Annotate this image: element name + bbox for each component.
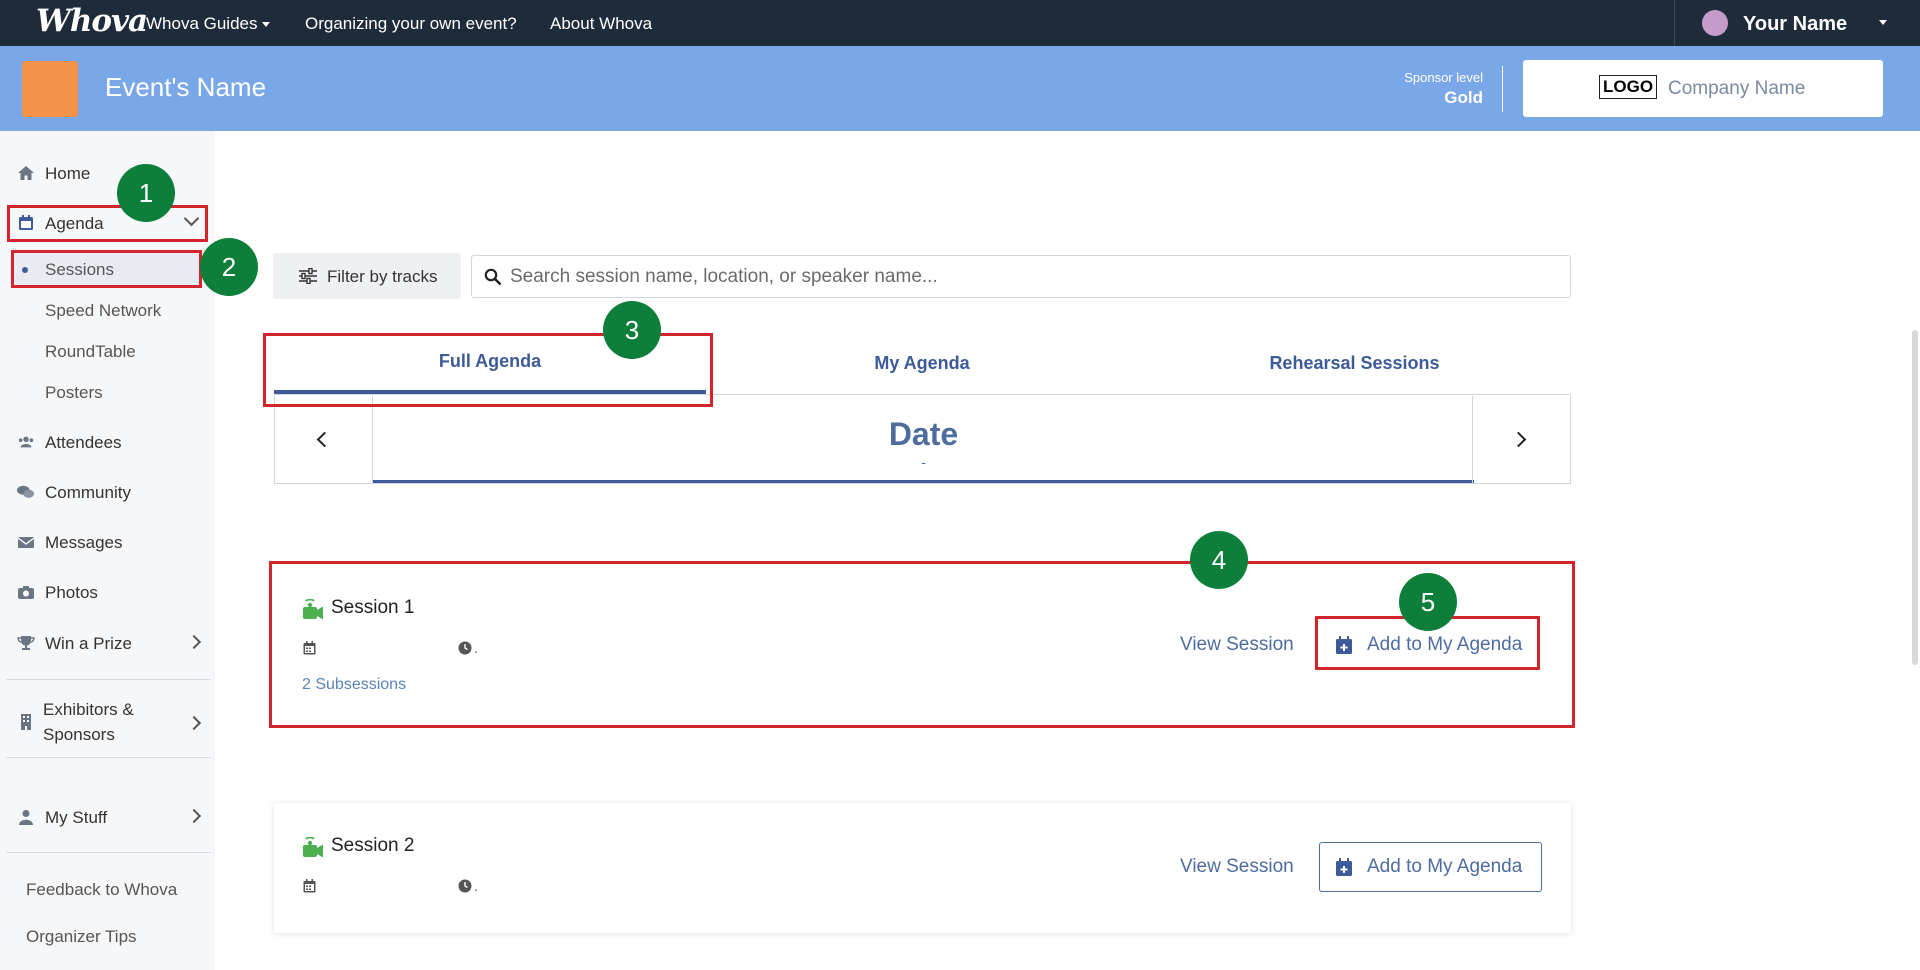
- building-icon: [21, 714, 31, 730]
- chevron-right-icon: [1510, 431, 1527, 448]
- home-icon: [18, 166, 34, 180]
- nav-about-whova[interactable]: About Whova: [550, 14, 652, 34]
- user-name: Your Name: [1743, 13, 1848, 35]
- chevron-left-icon: [316, 431, 333, 448]
- event-name: Event's Name: [105, 72, 267, 102]
- session-time: .: [474, 878, 478, 894]
- top-navigation: Whova Whova Guides Organizing your own e…: [0, 0, 1920, 46]
- tab-rehearsal-sessions[interactable]: Rehearsal Sessions: [1138, 333, 1571, 395]
- tab-label: My Agenda: [874, 353, 970, 373]
- sidebar-link-feedback[interactable]: Feedback to Whova: [26, 880, 177, 900]
- sidebar-item-label: Exhibitors &: [43, 700, 134, 719]
- nav-whova-guides-label: Whova Guides: [146, 14, 258, 33]
- sidebar-item-my-stuff[interactable]: My Stuff: [0, 799, 215, 835]
- scrollbar-thumb[interactable]: [1912, 330, 1918, 665]
- tab-label: Rehearsal Sessions: [1269, 353, 1440, 373]
- sidebar-link-organizer-tips[interactable]: Organizer Tips: [26, 927, 137, 947]
- sidebar-item-label: Home: [45, 164, 91, 183]
- clock-icon: [458, 879, 472, 893]
- filter-by-tracks-button[interactable]: Filter by tracks: [273, 253, 461, 299]
- chat-bubbles-icon: [17, 485, 35, 498]
- filter-by-tracks-label: Filter by tracks: [327, 267, 438, 286]
- date-navigator: Date -: [274, 396, 1571, 484]
- add-to-my-agenda-button[interactable]: Add to My Agenda: [1319, 842, 1542, 892]
- chevron-right-icon: [186, 634, 202, 650]
- sidebar-divider: [6, 757, 211, 758]
- step-marker-2: 2: [200, 238, 258, 296]
- company-name: Company Name: [1668, 78, 1806, 99]
- sponsor-level-value: Gold: [1444, 88, 1483, 107]
- sidebar-item-label: Win a Prize: [45, 634, 132, 653]
- step-marker-1: 1: [117, 164, 175, 222]
- next-date-button[interactable]: [1472, 396, 1570, 483]
- whova-logo[interactable]: Whova: [36, 3, 148, 39]
- date-subtext: -: [921, 454, 926, 470]
- session-card[interactable]: Session 2 . View Session Add to My Agend…: [274, 803, 1571, 933]
- sidebar-item-label: Community: [45, 483, 131, 502]
- users-icon: [18, 436, 34, 448]
- search-input[interactable]: [510, 264, 1560, 290]
- trophy-icon: [17, 636, 35, 650]
- sidebar-item-label: Messages: [45, 533, 123, 552]
- add-to-my-agenda-label: Add to My Agenda: [1367, 856, 1523, 877]
- sidebar-item-label: Sponsors: [43, 725, 115, 744]
- sponsor-level-label: Sponsor level: [1404, 70, 1483, 85]
- annotation-box-agenda: [7, 205, 208, 242]
- camera-icon: [18, 586, 34, 599]
- caret-down-icon: [261, 22, 270, 28]
- sidebar-subitem-posters[interactable]: Posters: [45, 383, 103, 403]
- sidebar-subitem-roundtable[interactable]: RoundTable: [45, 342, 136, 362]
- date-indicator: [373, 480, 1474, 483]
- sidebar-item-attendees[interactable]: Attendees: [0, 424, 215, 460]
- header-divider: [1502, 66, 1503, 112]
- tab-my-agenda[interactable]: My Agenda: [706, 333, 1138, 395]
- step-marker-5: 5: [1399, 573, 1457, 631]
- caret-down-icon: [1879, 20, 1887, 25]
- step-marker-4: 4: [1190, 531, 1248, 589]
- annotation-box-sessions: [11, 250, 202, 288]
- sidebar-item-label: Attendees: [45, 433, 122, 452]
- nav-organizing[interactable]: Organizing your own event?: [305, 14, 517, 34]
- calendar-icon: [303, 879, 316, 893]
- step-marker-3: 3: [603, 301, 661, 359]
- sidebar-item-community[interactable]: Community: [0, 474, 215, 510]
- search-icon: [484, 268, 502, 286]
- calendar-add-icon: [1336, 858, 1352, 876]
- company-logo: LOGO: [1599, 75, 1658, 99]
- company-card[interactable]: LOGO Company Name: [1523, 60, 1883, 117]
- sidebar-item-label: Photos: [45, 583, 98, 602]
- chevron-right-icon: [186, 715, 202, 731]
- sidebar-item-photos[interactable]: Photos: [0, 574, 215, 610]
- user-menu[interactable]: Your Name: [1674, 0, 1920, 46]
- sidebar-subitem-speed-network[interactable]: Speed Network: [45, 301, 161, 321]
- sidebar-item-exhibitors-sponsors[interactable]: Exhibitors & Sponsors: [0, 694, 215, 750]
- sidebar-divider: [6, 679, 211, 680]
- sidebar-divider: [6, 852, 211, 853]
- envelope-icon: [17, 537, 35, 548]
- event-header: Event's Name Sponsor level Gold LOGO Com…: [0, 46, 1920, 131]
- video-camera-icon: [303, 837, 323, 858]
- date-label: Date: [888, 416, 959, 452]
- previous-date-button[interactable]: [275, 396, 373, 483]
- sidebar-item-home[interactable]: Home: [0, 155, 215, 191]
- sliders-icon: [299, 268, 317, 284]
- avatar: [1702, 10, 1728, 36]
- nav-whova-guides[interactable]: Whova Guides: [146, 14, 270, 34]
- search-box: [471, 255, 1571, 298]
- sidebar-item-messages[interactable]: Messages: [0, 524, 215, 560]
- user-icon: [19, 810, 33, 825]
- view-session-link[interactable]: View Session: [1180, 856, 1294, 878]
- event-logo: [22, 61, 78, 117]
- chevron-right-icon: [186, 808, 202, 824]
- sidebar-item-label: My Stuff: [45, 808, 108, 827]
- sidebar-item-win-a-prize[interactable]: Win a Prize: [0, 625, 215, 661]
- session-title: Session 2: [331, 835, 415, 856]
